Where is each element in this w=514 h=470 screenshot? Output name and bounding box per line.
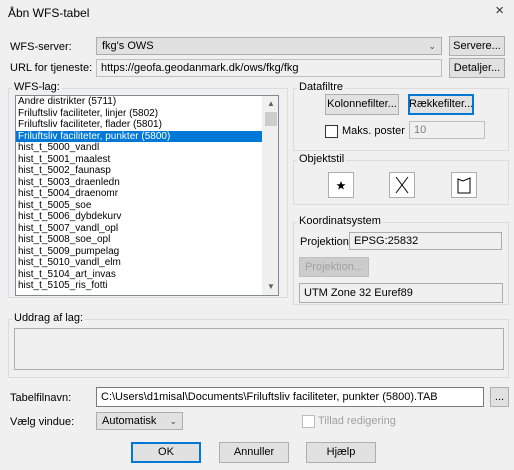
- filename-label: Tabelfilnavn:: [10, 392, 72, 404]
- star-symbol-icon[interactable]: [328, 172, 354, 198]
- layer-list-item[interactable]: Andre distrikter (5711): [16, 96, 262, 108]
- allow-edit-checkbox[interactable]: [302, 415, 315, 428]
- close-icon[interactable]: ×: [495, 2, 504, 19]
- scroll-up-icon[interactable]: ▲: [263, 96, 278, 112]
- layer-list-item[interactable]: hist_t_5001_maalest: [16, 154, 262, 166]
- chevron-down-icon: ⌄: [428, 41, 436, 51]
- window-select-value: Automatisk: [102, 415, 157, 427]
- url-field[interactable]: https://geofa.geodanmark.dk/ows/fkg/fkg: [96, 59, 442, 77]
- window-title: Åbn WFS-tabel: [8, 6, 90, 20]
- layer-list-item[interactable]: hist_t_5007_vandl_opl: [16, 223, 262, 235]
- layer-list-item[interactable]: hist_t_5000_vandl: [16, 142, 262, 154]
- layer-list-item[interactable]: hist_t_5104_art_invas: [16, 269, 262, 281]
- region-fill-icon[interactable]: [451, 172, 477, 198]
- projection-button[interactable]: Projektion...: [299, 257, 369, 277]
- layers-scrollbar[interactable]: ▲ ▼: [262, 96, 278, 295]
- extract-area[interactable]: [14, 328, 504, 370]
- coordsys-description: UTM Zone 32 Euref89: [299, 283, 503, 303]
- max-records-field[interactable]: 10: [409, 121, 485, 139]
- server-label: WFS-server:: [10, 41, 72, 53]
- layer-list-item[interactable]: Friluftsliv faciliteter, flader (5801): [16, 119, 262, 131]
- cancel-button[interactable]: Annuller: [219, 442, 289, 463]
- layer-list-item[interactable]: hist_t_5009_pumpelag: [16, 246, 262, 258]
- row-filter-button[interactable]: Rækkefilter...: [408, 94, 474, 115]
- datafilter-label: Datafiltre: [297, 81, 346, 93]
- servers-button[interactable]: Servere...: [449, 36, 505, 56]
- server-select[interactable]: fkg's OWS ⌄: [96, 37, 442, 55]
- layer-list-item[interactable]: hist_t_5003_draenledn: [16, 177, 262, 189]
- layers-label: WFS-lag:: [12, 81, 62, 93]
- layers-list[interactable]: Andre distrikter (5711) Friluftsliv facil…: [15, 95, 279, 296]
- details-button[interactable]: Detaljer...: [449, 58, 505, 78]
- max-records-checkbox[interactable]: [325, 125, 338, 138]
- coordsys-label: Koordinatsystem: [297, 215, 383, 227]
- ok-button[interactable]: OK: [131, 442, 201, 463]
- column-filter-button[interactable]: Kolonnefilter...: [325, 94, 399, 115]
- layer-list-item[interactable]: hist_t_5004_draenomr: [16, 188, 262, 200]
- url-label: URL for tjeneste:: [10, 62, 93, 74]
- window-select-label: Vælg vindue:: [10, 416, 75, 428]
- layer-list-item[interactable]: hist_t_5006_dybdekurv: [16, 211, 262, 223]
- help-button[interactable]: Hjælp: [306, 442, 376, 463]
- objectstyle-label: Objektstil: [297, 153, 347, 165]
- scroll-thumb[interactable]: [265, 112, 277, 126]
- projection-label: Projektion: [300, 236, 349, 248]
- layer-list-item[interactable]: Friluftsliv faciliteter, linjer (5802): [16, 108, 262, 120]
- layer-list-item[interactable]: hist_t_5005_soe: [16, 200, 262, 212]
- server-select-value: fkg's OWS: [102, 40, 154, 52]
- browse-button[interactable]: ...: [490, 387, 509, 407]
- max-records-label: Maks. poster: [342, 125, 405, 137]
- extract-label: Uddrag af lag:: [12, 312, 86, 324]
- layer-list-item[interactable]: hist_t_5002_faunasp: [16, 165, 262, 177]
- layer-list-item[interactable]: Friluftsliv faciliteter, punkter (5800): [16, 130, 262, 142]
- window-select[interactable]: Automatisk ⌄: [96, 412, 183, 430]
- chevron-down-icon: ⌄: [169, 416, 177, 426]
- layer-list-item[interactable]: hist_t_5105_ris_fotti: [16, 280, 262, 292]
- cross-line-icon[interactable]: [389, 172, 415, 198]
- filename-field[interactable]: C:\Users\d1misal\Documents\Friluftsliv f…: [96, 387, 484, 407]
- layer-list-item[interactable]: hist_t_5008_soe_opl: [16, 234, 262, 246]
- layer-list-item[interactable]: hist_t_5010_vandl_elm: [16, 257, 262, 269]
- projection-field[interactable]: EPSG:25832: [349, 232, 502, 250]
- scroll-down-icon[interactable]: ▼: [263, 279, 278, 295]
- allow-edit-label: Tillad redigering: [318, 415, 396, 427]
